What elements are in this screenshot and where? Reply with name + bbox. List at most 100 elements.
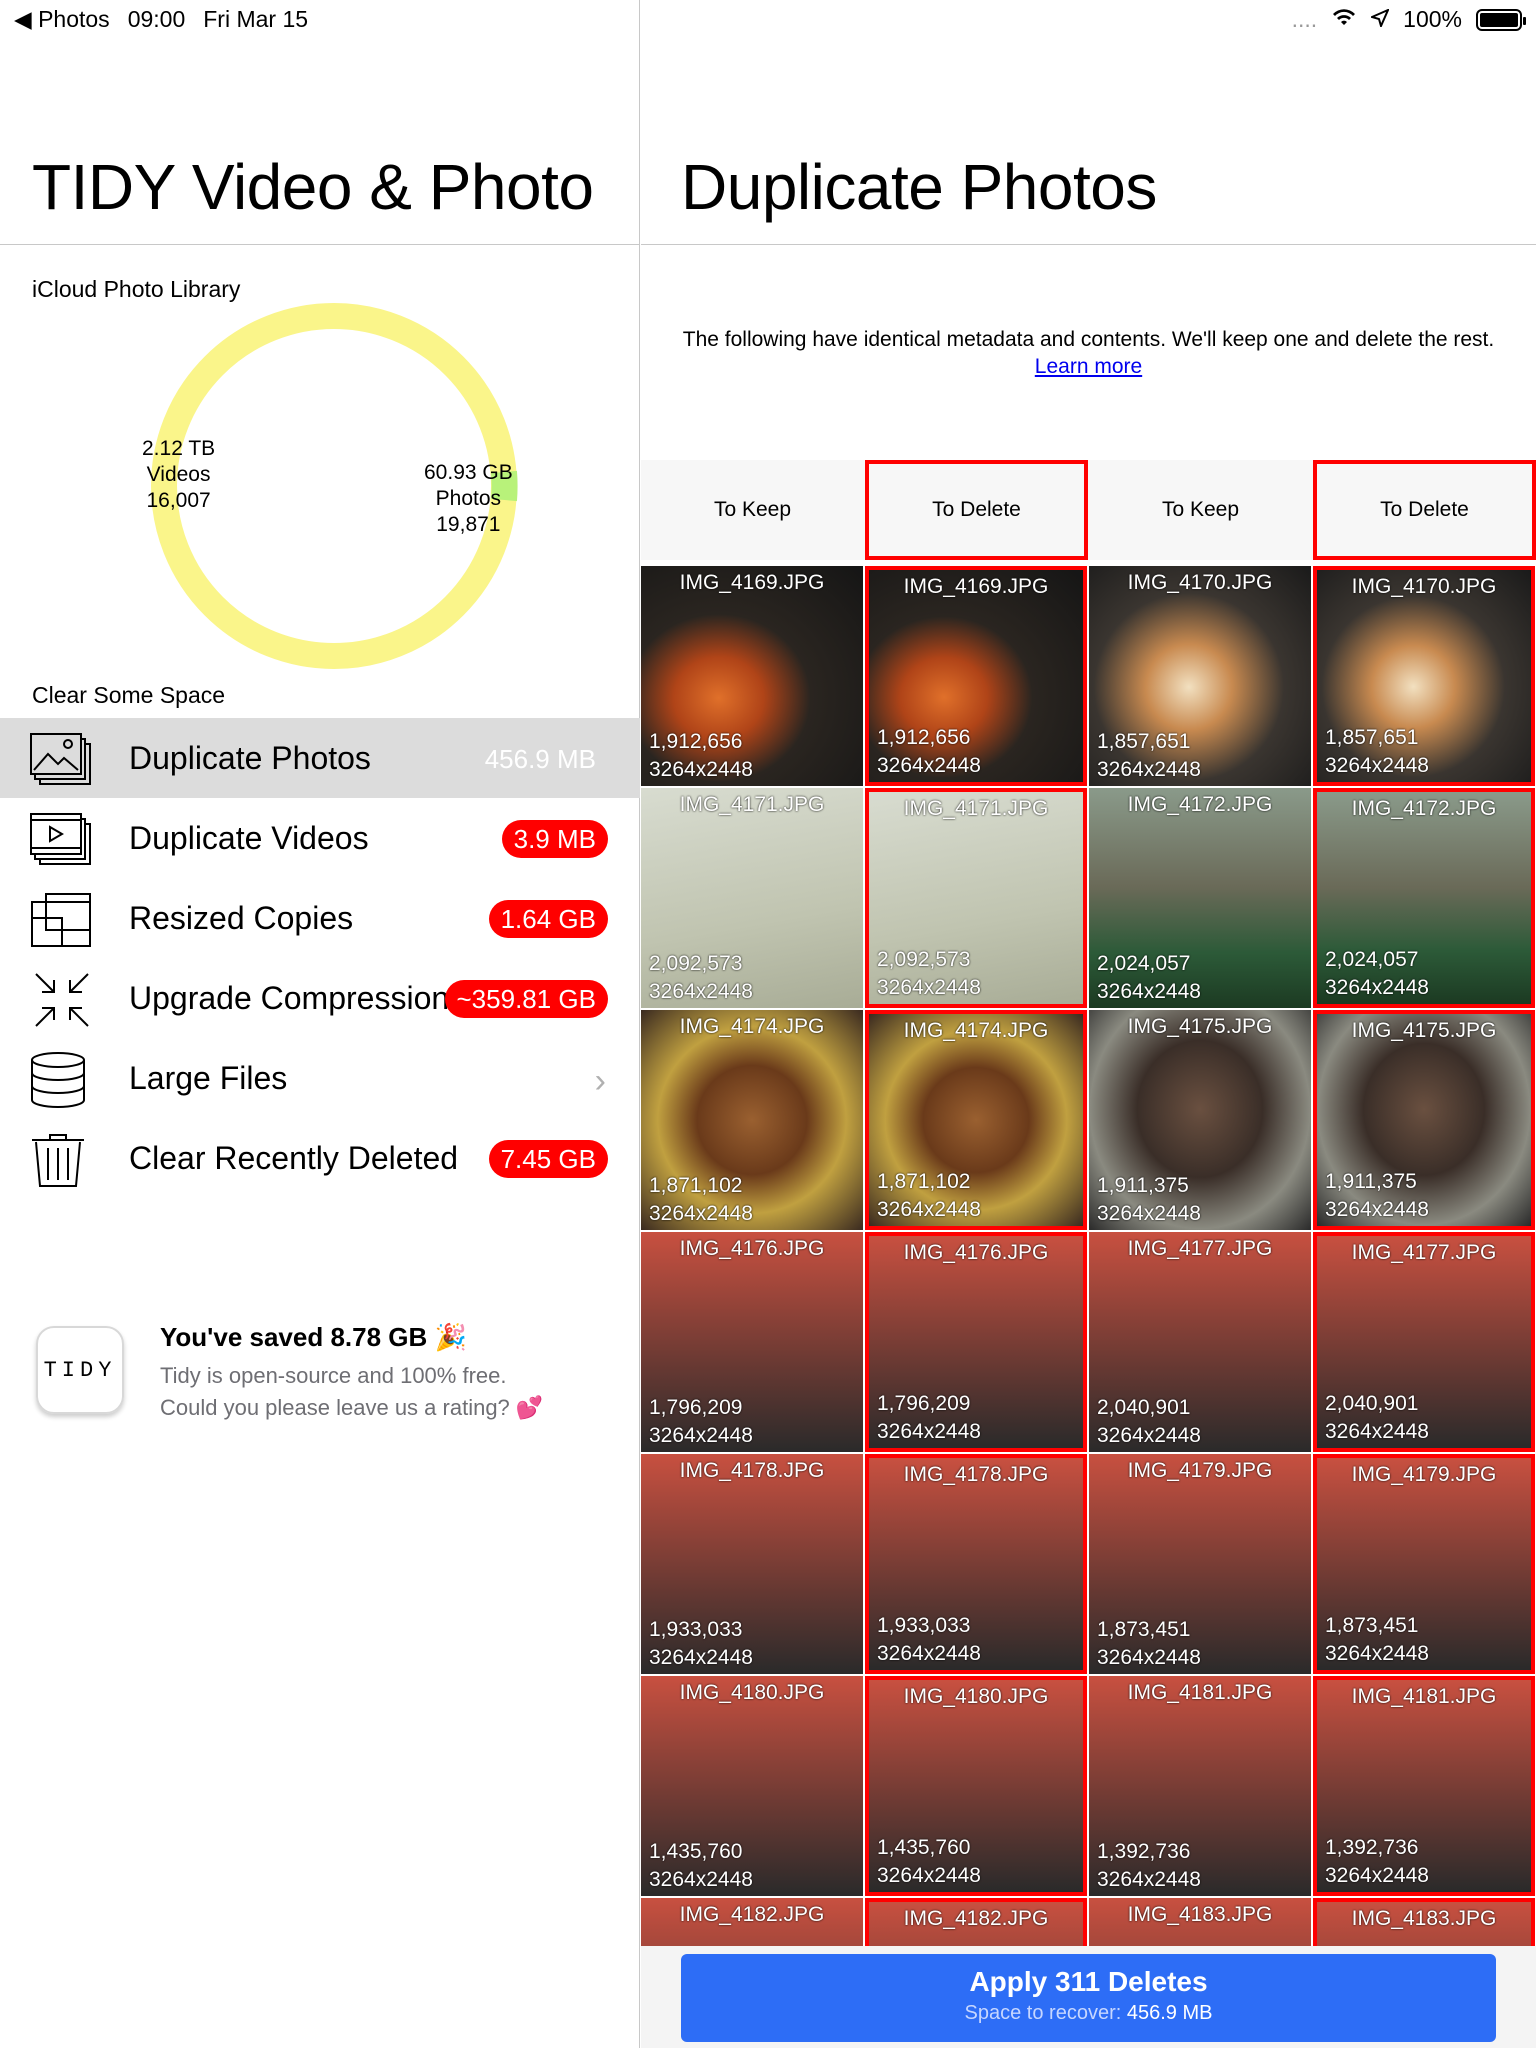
photo-filesize: 2,024,057 [1097, 952, 1191, 975]
photo-filename: IMG_4180.JPG [903, 1685, 1049, 1708]
photo-to-keep[interactable]: IMG_4175.JPG 1,911,375 3264x2448 [1089, 1010, 1311, 1230]
photo-filesize: 1,911,375 [1097, 1174, 1189, 1197]
photo-filename: IMG_4169.JPG [903, 575, 1049, 598]
photo-dimensions: 3264x2448 [1097, 1424, 1201, 1447]
photo-to-delete[interactable]: IMG_4172.JPG 2,024,057 3264x2448 [1313, 788, 1535, 1008]
photo-filename: IMG_4170.JPG [1351, 575, 1497, 598]
column-header-delete: To Delete [1313, 460, 1536, 560]
photo-filename: IMG_4172.JPG [1351, 797, 1497, 820]
back-to-photos-link[interactable]: ◀ Photos [14, 6, 110, 33]
photo-to-keep[interactable]: IMG_4180.JPG 1,435,760 3264x2448 [641, 1676, 863, 1896]
menu-item-duplicate-photos[interactable]: Duplicate Photos 456.9 MB [0, 718, 640, 798]
photo-to-delete[interactable]: IMG_4179.JPG 1,873,451 3264x2448 [1313, 1454, 1535, 1674]
photo-dimensions: 3264x2448 [877, 1864, 981, 1887]
app-screen: ◀ Photos 09:00 Fri Mar 15 .... 100% TIDY… [0, 0, 1536, 2048]
menu-item-label: Duplicate Photos [129, 739, 371, 776]
videos-stats: 2.12 TB Videos 16,007 [142, 437, 216, 512]
status-bar: ◀ Photos 09:00 Fri Mar 15 .... 100% [0, 0, 1536, 40]
header-divider [0, 244, 639, 245]
menu-item-value: 1.64 GB [488, 900, 608, 938]
promo-title: You've saved 8.78 GB 🎉 [160, 1322, 467, 1352]
photo-dimensions: 3264x2448 [877, 1642, 981, 1665]
photo-to-keep[interactable]: IMG_4178.JPG 1,933,033 3264x2448 [641, 1454, 863, 1674]
photo-dimensions: 3264x2448 [649, 1424, 753, 1447]
menu-item-label: Clear Recently Deleted [129, 1139, 459, 1176]
learn-more-link[interactable]: Learn more [1035, 355, 1142, 378]
column-headers: To Keep To Delete To Keep To Delete [641, 460, 1536, 560]
photo-filename: IMG_4170.JPG [1127, 571, 1273, 594]
photo-to-delete[interactable]: IMG_4177.JPG 2,040,901 3264x2448 [1313, 1232, 1535, 1452]
description: The following have identical metadata an… [682, 328, 1495, 378]
photo-to-delete[interactable]: IMG_4178.JPG 1,933,033 3264x2448 [865, 1454, 1087, 1674]
photo-to-delete[interactable]: IMG_4171.JPG 2,092,573 3264x2448 [865, 788, 1087, 1008]
photo-to-keep[interactable]: IMG_4174.JPG 1,871,102 3264x2448 [641, 1010, 863, 1230]
photo-dimensions: 3264x2448 [877, 1420, 981, 1443]
photo-filename: IMG_4174.JPG [679, 1015, 825, 1038]
apply-deletes-button[interactable]: Apply 311 Deletes Space to recover: 456.… [681, 1954, 1496, 2042]
photo-filesize: 1,871,102 [649, 1174, 743, 1197]
header-divider [641, 244, 1536, 245]
sidebar: TIDY Video & Photo iCloud Photo Library … [0, 0, 640, 2048]
photo-filename: IMG_4178.JPG [679, 1459, 825, 1482]
photo-to-delete[interactable]: IMG_4180.JPG 1,435,760 3264x2448 [865, 1676, 1087, 1896]
photo-filename: IMG_4176.JPG [679, 1237, 825, 1260]
photo-to-keep[interactable]: IMG_4170.JPG 1,857,651 3264x2448 [1089, 566, 1311, 786]
library-label: iCloud Photo Library [32, 276, 241, 302]
photo-to-keep[interactable]: IMG_4176.JPG 1,796,209 3264x2448 [641, 1232, 863, 1452]
menu-item-resized-copies[interactable]: Resized Copies 1.64 GB [0, 878, 640, 958]
photo-filename: IMG_4178.JPG [903, 1463, 1049, 1486]
photo-filename: IMG_4176.JPG [903, 1241, 1049, 1264]
resize-icon [30, 892, 100, 948]
photo-dimensions: 3264x2448 [877, 1198, 981, 1221]
battery-icon [1476, 8, 1526, 31]
photo-filesize: 1,933,033 [649, 1618, 743, 1641]
status-time: 09:00 [127, 6, 186, 32]
wifi-icon [1331, 6, 1357, 33]
clear-space-label: Clear Some Space [32, 682, 226, 708]
photo-filename: IMG_4177.JPG [1351, 1241, 1497, 1264]
photos-stack-icon [30, 732, 100, 788]
photo-filesize: 1,857,651 [1325, 726, 1419, 749]
photo-filesize: 1,435,760 [877, 1836, 971, 1859]
photo-to-delete[interactable]: IMG_4176.JPG 1,796,209 3264x2448 [865, 1232, 1087, 1452]
photo-filesize: 1,912,656 [877, 726, 971, 749]
photo-to-keep[interactable]: IMG_4172.JPG 2,024,057 3264x2448 [1089, 788, 1311, 1008]
photo-dimensions: 3264x2448 [649, 980, 753, 1003]
menu-item-large-files[interactable]: Large Files › [0, 1038, 640, 1118]
menu-item-value: 456.9 MB [484, 744, 596, 774]
photo-filename: IMG_4182.JPG [903, 1907, 1049, 1930]
photo-to-delete[interactable]: IMG_4181.JPG 1,392,736 3264x2448 [1313, 1676, 1535, 1896]
menu-item-label: Upgrade Compression [129, 979, 450, 1016]
photo-dimensions: 3264x2448 [649, 758, 753, 781]
photos-stats: 60.93 GB Photos 19,871 [424, 461, 513, 536]
photo-dimensions: 3264x2448 [1097, 1868, 1201, 1891]
photo-to-keep[interactable]: IMG_4181.JPG 1,392,736 3264x2448 [1089, 1676, 1311, 1896]
photo-dimensions: 3264x2448 [1325, 1420, 1429, 1443]
menu-item-duplicate-videos[interactable]: Duplicate Videos 3.9 MB [0, 798, 640, 878]
app-title: TIDY Video & Photo [32, 151, 594, 223]
photo-to-keep[interactable]: IMG_4177.JPG 2,040,901 3264x2448 [1089, 1232, 1311, 1452]
trash-icon [30, 1132, 100, 1188]
menu-item-clear-recently-deleted[interactable]: Clear Recently Deleted 7.45 GB [0, 1118, 640, 1198]
photo-filesize: 1,857,651 [1097, 730, 1191, 753]
photo-filesize: 1,435,760 [649, 1840, 743, 1863]
photo-filename: IMG_4171.JPG [903, 797, 1049, 820]
photo-dimensions: 3264x2448 [1097, 1202, 1201, 1225]
photo-to-delete[interactable]: IMG_4174.JPG 1,871,102 3264x2448 [865, 1010, 1087, 1230]
photo-filename: IMG_4169.JPG [679, 571, 825, 594]
photo-to-keep[interactable]: IMG_4171.JPG 2,092,573 3264x2448 [641, 788, 863, 1008]
menu-item-upgrade-compression[interactable]: Upgrade Compression ~359.81 GB [0, 958, 640, 1038]
status-date: Fri Mar 15 [203, 6, 309, 32]
column-header-keep: To Keep [1161, 498, 1240, 521]
photo-to-keep[interactable]: IMG_4179.JPG 1,873,451 3264x2448 [1089, 1454, 1311, 1674]
menu-item-label: Duplicate Videos [129, 819, 369, 856]
photo-to-delete[interactable]: IMG_4175.JPG 1,911,375 3264x2448 [1313, 1010, 1535, 1230]
photo-to-delete[interactable]: IMG_4169.JPG 1,912,656 3264x2448 [865, 566, 1087, 786]
photo-to-delete[interactable]: IMG_4170.JPG 1,857,651 3264x2448 [1313, 566, 1535, 786]
photo-dimensions: 3264x2448 [1097, 1646, 1201, 1669]
photo-filesize: 1,933,033 [877, 1614, 971, 1637]
apply-label: Apply 311 Deletes [969, 1966, 1208, 1997]
photo-filesize: 1,796,209 [649, 1396, 743, 1419]
photo-filesize: 1,911,375 [1325, 1170, 1417, 1193]
photo-to-keep[interactable]: IMG_4169.JPG 1,912,656 3264x2448 [641, 566, 863, 786]
